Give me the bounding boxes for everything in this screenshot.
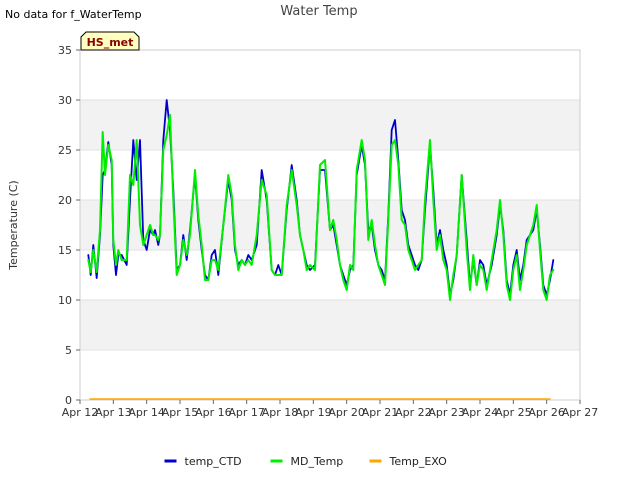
no-data-note: No data for f_WaterTemp: [5, 8, 142, 21]
grid-band: [80, 100, 580, 150]
y-axis-ticks: 05101520253035: [58, 44, 80, 407]
y-tick-label: 30: [58, 94, 72, 107]
chart-title: Water Temp: [280, 4, 357, 19]
legend-label: temp_CTD: [185, 455, 242, 468]
legend-item-MD_Temp[interactable]: MD_Temp: [270, 455, 344, 468]
hs-met-badge[interactable]: HS_met: [80, 31, 140, 51]
legend-label: Temp_EXO: [389, 455, 448, 468]
x-tick-label: Apr 21: [362, 406, 399, 419]
legend-item-temp_CTD[interactable]: temp_CTD: [164, 455, 242, 468]
x-tick-label: Apr 27: [562, 406, 599, 419]
x-axis-ticks: Apr 12Apr 13Apr 14Apr 15Apr 16Apr 17Apr …: [62, 400, 599, 419]
badge-label: HS_met: [87, 36, 134, 49]
y-tick-label: 10: [58, 294, 72, 307]
y-tick-label: 25: [58, 144, 72, 157]
x-tick-label: Apr 19: [295, 406, 332, 419]
grid-band: [80, 300, 580, 350]
y-axis-label: Temperature (C): [7, 180, 20, 270]
legend-label: MD_Temp: [291, 455, 344, 468]
x-tick-label: Apr 16: [195, 406, 232, 419]
x-tick-label: Apr 17: [228, 406, 265, 419]
y-tick-label: 35: [58, 44, 72, 57]
water-temp-chart: 05101520253035 Apr 12Apr 13Apr 14Apr 15A…: [5, 4, 599, 468]
x-tick-label: Apr 13: [95, 406, 132, 419]
x-tick-label: Apr 23: [428, 406, 465, 419]
x-tick-label: Apr 26: [528, 406, 565, 419]
x-tick-label: Apr 12: [62, 406, 99, 419]
y-tick-label: 15: [58, 244, 72, 257]
x-tick-label: Apr 18: [262, 406, 299, 419]
x-tick-label: Apr 15: [162, 406, 199, 419]
x-tick-label: Apr 20: [328, 406, 365, 419]
y-tick-label: 20: [58, 194, 72, 207]
y-tick-label: 5: [65, 344, 72, 357]
x-tick-label: Apr 22: [395, 406, 432, 419]
x-tick-label: Apr 25: [495, 406, 532, 419]
x-tick-label: Apr 24: [462, 406, 499, 419]
legend: temp_CTD MD_Temp Temp_EXO: [164, 455, 448, 468]
x-tick-label: Apr 14: [128, 406, 165, 419]
legend-item-Temp_EXO[interactable]: Temp_EXO: [369, 455, 448, 468]
